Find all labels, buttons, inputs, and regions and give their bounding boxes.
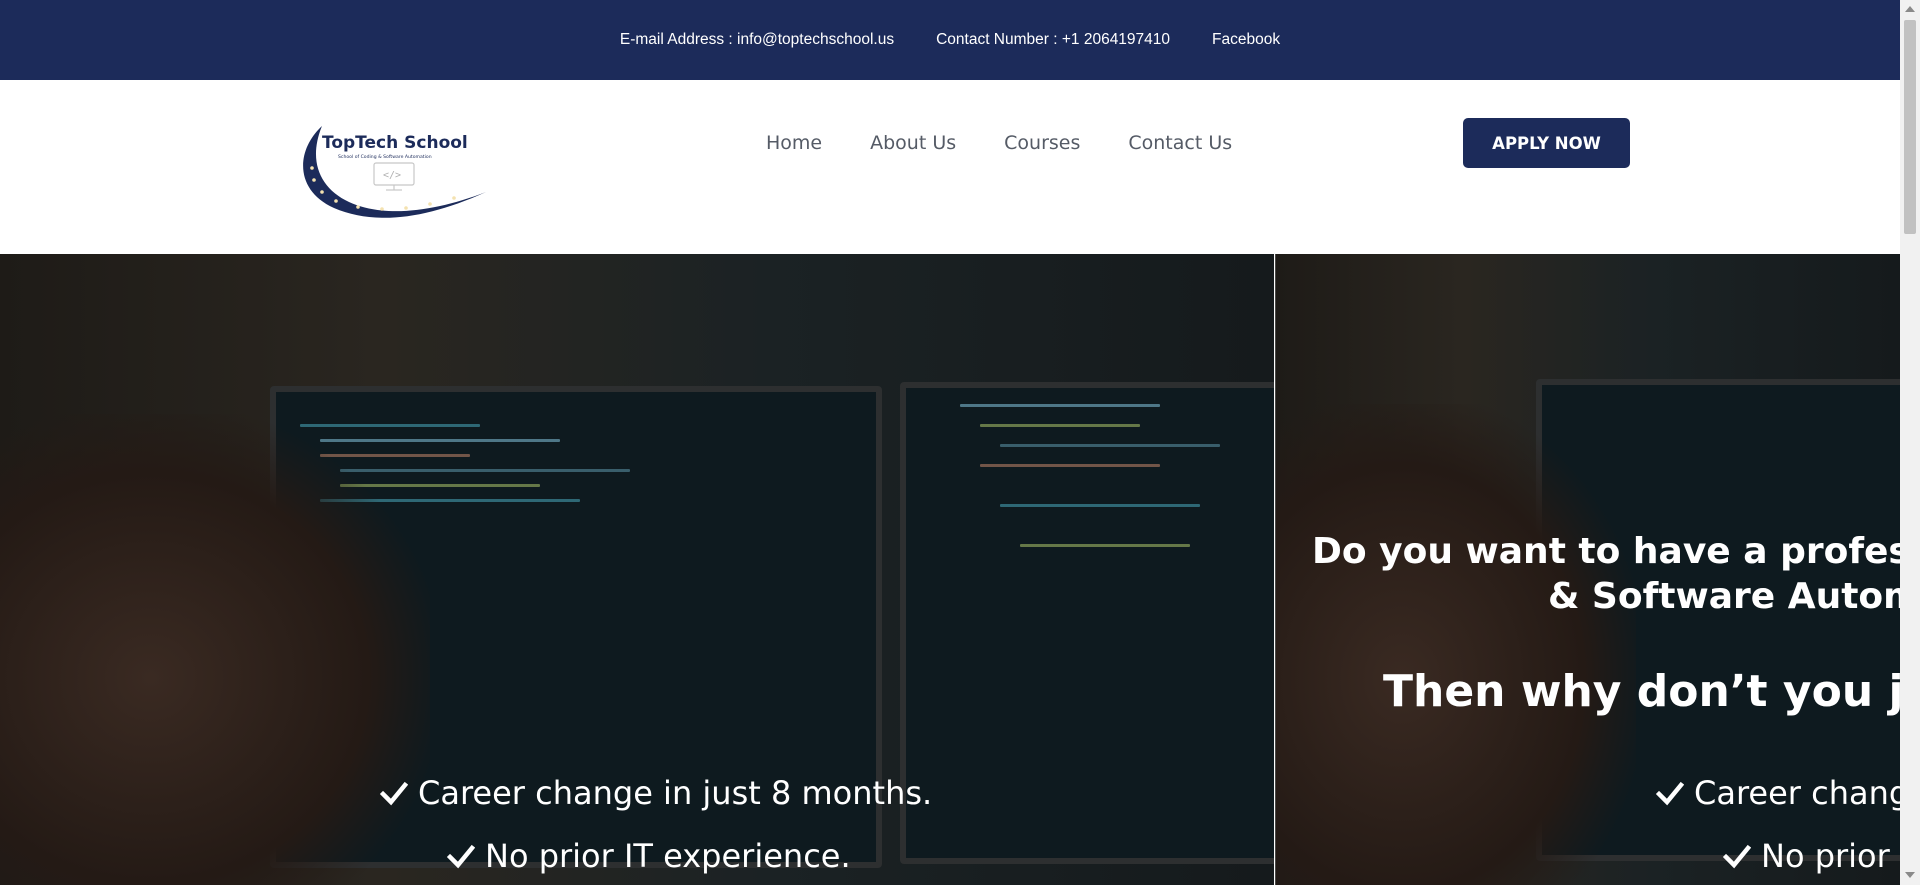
check-icon <box>380 781 408 806</box>
top-contact-bar: E-mail Address : info@toptechschool.us C… <box>0 0 1900 80</box>
hero-slide: Do you want to have a professi & Softwar… <box>1275 254 1900 885</box>
scrollbar-thumb[interactable] <box>1904 20 1916 234</box>
hero-bullet: No prior I <box>1723 837 1900 875</box>
nav-about-us[interactable]: About Us <box>870 132 956 154</box>
check-icon <box>447 844 475 869</box>
nav-contact-us[interactable]: Contact Us <box>1128 132 1232 154</box>
nav-home[interactable]: Home <box>766 132 822 154</box>
scroll-up-arrow-icon[interactable] <box>1905 6 1915 12</box>
background-monitor-right <box>900 382 1274 864</box>
hero-slider: Career change in just 8 months. No prior… <box>0 254 1900 885</box>
hero-bullet: No prior IT experience. <box>447 837 851 875</box>
site-header: TopTech School School of Coding & Softwa… <box>0 80 1900 254</box>
nav-courses[interactable]: Courses <box>1004 132 1080 154</box>
logo-tagline: School of Coding & Software Automation <box>338 154 432 160</box>
page-scrollbar[interactable] <box>1900 0 1920 885</box>
hero-slide: Career change in just 8 months. No prior… <box>0 254 1274 885</box>
hero-bullet: Career change in just 8 months. <box>380 774 932 812</box>
check-icon <box>1723 844 1751 869</box>
main-navigation: Home About Us Courses Contact Us <box>766 132 1232 154</box>
scroll-down-arrow-icon[interactable] <box>1905 872 1915 878</box>
facebook-link[interactable]: Facebook <box>1212 31 1280 49</box>
hero-question: Do you want to have a professi & Softwar… <box>1312 531 1900 617</box>
logo-code-icon: </> <box>383 170 401 181</box>
check-icon <box>1656 781 1684 806</box>
person-silhouette <box>0 414 430 885</box>
hero-bullet: Career change <box>1656 774 1900 812</box>
hero-headline: Then why don’t you joi <box>1383 666 1900 717</box>
email-address[interactable]: E-mail Address : info@toptechschool.us <box>620 31 894 49</box>
logo-name: TopTech School <box>322 133 468 153</box>
toptech-logo[interactable]: TopTech School School of Coding & Softwa… <box>294 120 489 230</box>
apply-now-button[interactable]: APPLY NOW <box>1463 118 1630 168</box>
contact-number[interactable]: Contact Number : +1 2064197410 <box>936 31 1170 49</box>
person-silhouette <box>1276 404 1636 885</box>
